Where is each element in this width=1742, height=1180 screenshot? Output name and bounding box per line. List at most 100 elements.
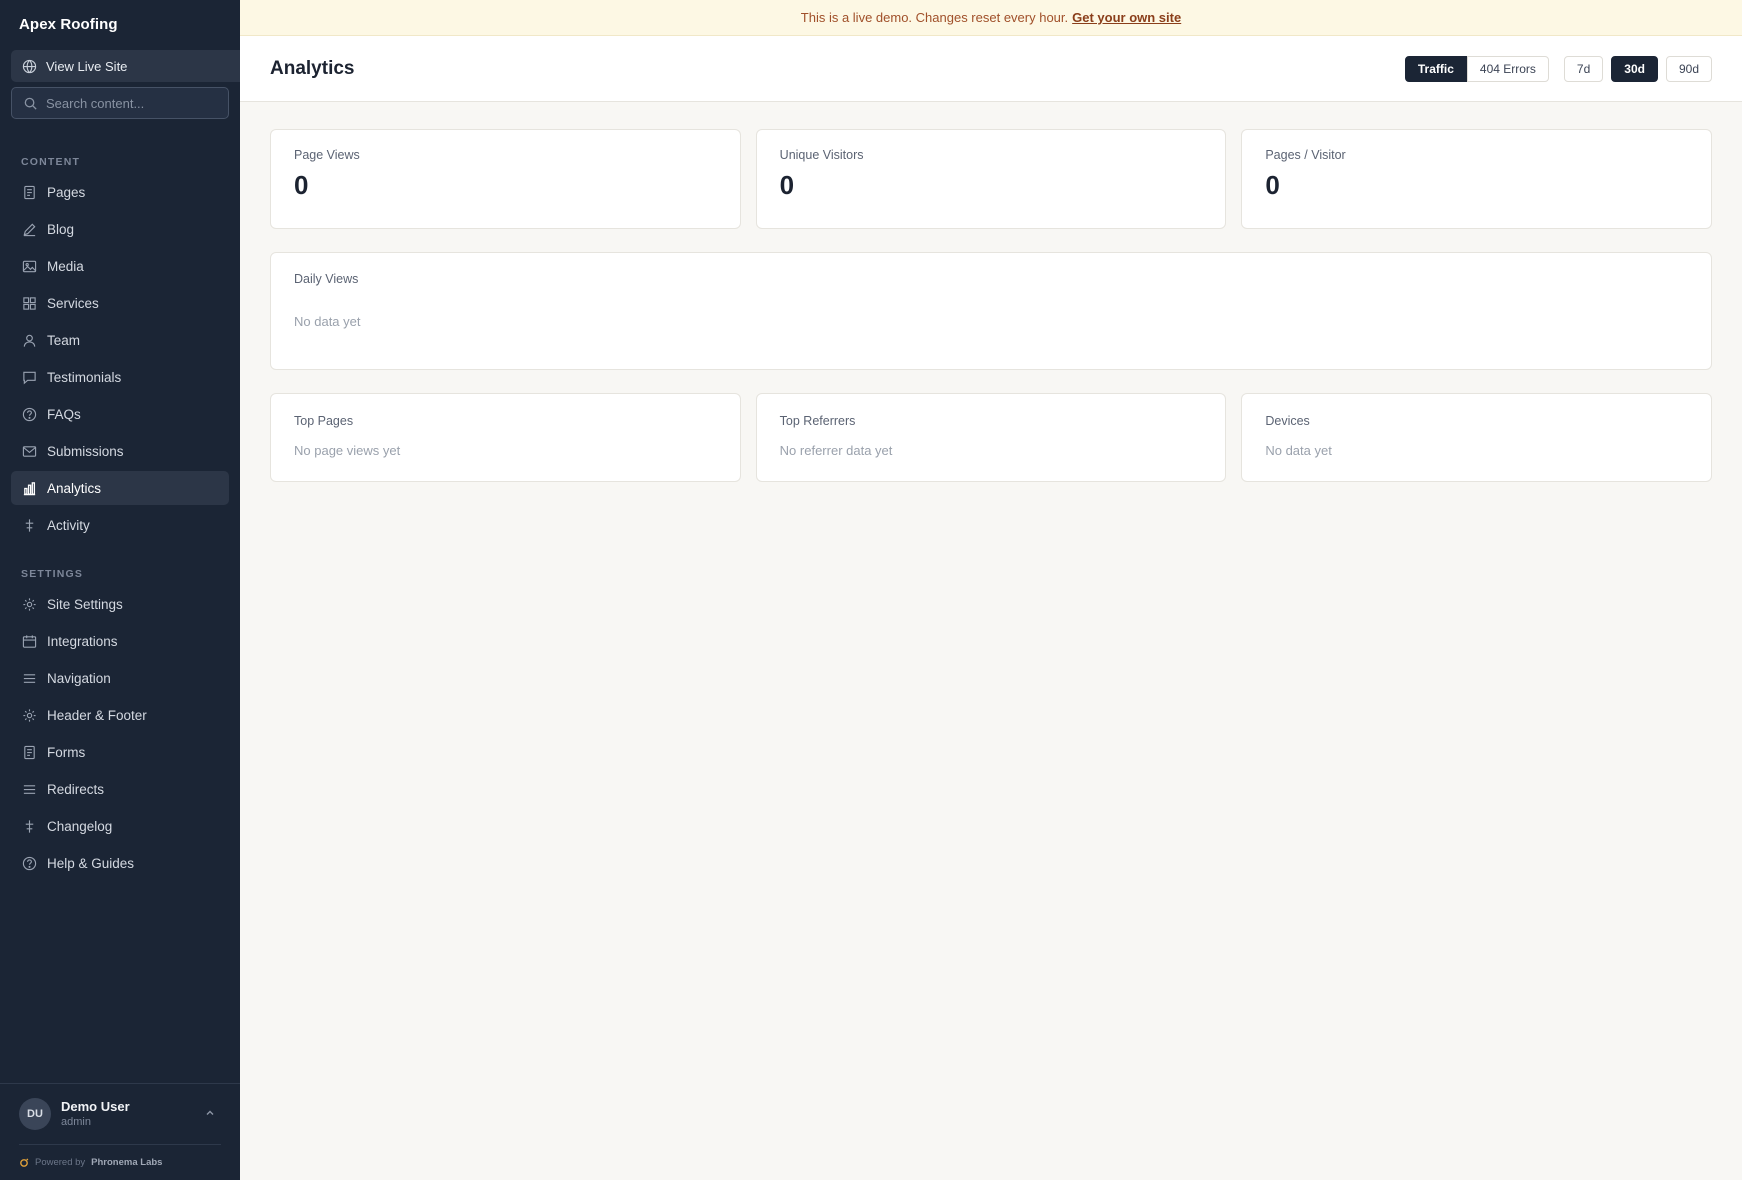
grid-icon xyxy=(21,295,37,311)
sidebar: Apex Roofing View Live Site CONTENT Page… xyxy=(0,0,240,1180)
page-header: Analytics Traffic 404 Errors 7d 30d 90d xyxy=(240,36,1742,102)
settings-nav: Site Settings Integrations Navigation He… xyxy=(0,587,240,883)
gear-icon xyxy=(21,707,37,723)
user-icon xyxy=(21,332,37,348)
sidebar-item-help-guides[interactable]: Help & Guides xyxy=(11,846,229,880)
stat-card-page-views: Page Views 0 xyxy=(270,129,741,229)
sidebar-item-testimonials[interactable]: Testimonials xyxy=(11,360,229,394)
section-label-content: CONTENT xyxy=(21,156,81,168)
panels-row: Top Pages No page views yet Top Referrer… xyxy=(270,393,1713,482)
chat-icon xyxy=(21,369,37,385)
get-own-site-link[interactable]: Get your own site xyxy=(1072,10,1181,25)
sidebar-item-label: Media xyxy=(47,258,84,274)
menu-icon xyxy=(21,781,37,797)
stat-value: 0 xyxy=(294,170,309,200)
help-icon xyxy=(21,855,37,871)
section-label-settings: SETTINGS xyxy=(21,568,84,580)
user-name: Demo User xyxy=(61,1098,130,1114)
sidebar-item-site-settings[interactable]: Site Settings xyxy=(11,587,229,621)
stat-card-pages-per-visitor: Pages / Visitor 0 xyxy=(1241,129,1713,229)
tab-404-errors[interactable]: 404 Errors xyxy=(1466,55,1549,82)
panel-title: Devices xyxy=(1265,414,1310,428)
sidebar-item-label: Blog xyxy=(47,221,75,237)
sidebar-item-services[interactable]: Services xyxy=(11,286,229,320)
sidebar-item-blog[interactable]: Blog xyxy=(11,212,229,246)
view-live-site-button[interactable]: View Live Site xyxy=(11,50,240,82)
sidebar-item-integrations[interactable]: Integrations xyxy=(11,624,229,658)
view-live-site-label: View Live Site xyxy=(46,58,128,74)
powered-by-brand: Phronema Labs xyxy=(91,1157,163,1168)
sidebar-item-label: Header & Footer xyxy=(47,707,147,723)
sidebar-item-header-footer[interactable]: Header & Footer xyxy=(11,698,229,732)
sidebar-item-team[interactable]: Team xyxy=(11,323,229,357)
main-area: This is a live demo. Changes reset every… xyxy=(240,0,1742,1180)
sidebar-item-faqs[interactable]: FAQs xyxy=(11,397,229,431)
sidebar-item-label: Navigation xyxy=(47,670,111,686)
brand-name: Apex Roofing xyxy=(19,16,118,33)
sidebar-item-label: Testimonials xyxy=(47,369,122,385)
page-icon xyxy=(21,184,37,200)
user-menu[interactable]: DU Demo User admin xyxy=(0,1084,240,1144)
sidebar-item-label: Pages xyxy=(47,184,86,200)
panel-empty: No page views yet xyxy=(294,443,401,458)
sidebar-item-label: Forms xyxy=(47,744,86,760)
sidebar-item-label: Site Settings xyxy=(47,596,123,612)
menu-icon xyxy=(21,670,37,686)
stat-value: 0 xyxy=(779,170,795,200)
sidebar-item-label: Services xyxy=(47,295,99,311)
form-icon xyxy=(21,744,37,760)
sidebar-item-navigation[interactable]: Navigation xyxy=(11,661,229,695)
stat-label: Unique Visitors xyxy=(779,148,864,162)
sidebar-item-label: Submissions xyxy=(47,443,124,459)
top-pages-card: Top Pages No page views yet xyxy=(270,393,741,482)
sidebar-item-submissions[interactable]: Submissions xyxy=(11,434,229,468)
sidebar-item-analytics[interactable]: Analytics xyxy=(11,471,229,505)
calendar-icon xyxy=(21,633,37,649)
stat-label: Pages / Visitor xyxy=(1265,148,1346,162)
devices-card: Devices No data yet xyxy=(1241,393,1713,482)
sidebar-item-label: Changelog xyxy=(47,818,113,834)
search-box xyxy=(11,87,229,119)
range-selector: 7d 30d 90d xyxy=(1563,55,1712,82)
activity-icon xyxy=(21,818,37,834)
avatar: DU xyxy=(19,1098,51,1130)
user-panel: DU Demo User admin Powered by Phronema L… xyxy=(0,1083,240,1180)
logo-icon xyxy=(19,1158,29,1168)
analytics-content: Page Views 0 Unique Visitors 0 Pages / V… xyxy=(240,102,1742,482)
sidebar-item-activity[interactable]: Activity xyxy=(11,508,229,542)
stat-label: Page Views xyxy=(294,148,360,162)
page-title: Analytics xyxy=(270,57,355,79)
top-referrers-card: Top Referrers No referrer data yet xyxy=(755,393,1227,482)
gear-icon xyxy=(21,596,37,612)
globe-icon xyxy=(21,58,37,74)
pencil-icon xyxy=(21,221,37,237)
sidebar-item-label: FAQs xyxy=(47,406,81,422)
sidebar-item-redirects[interactable]: Redirects xyxy=(11,772,229,806)
sidebar-item-pages[interactable]: Pages xyxy=(11,175,229,209)
sidebar-item-changelog[interactable]: Changelog xyxy=(11,809,229,843)
panel-empty: No data yet xyxy=(1265,443,1332,458)
range-7d-button[interactable]: 7d xyxy=(1563,55,1604,82)
powered-by-prefix: Powered by xyxy=(35,1157,86,1168)
sidebar-item-forms[interactable]: Forms xyxy=(11,735,229,769)
user-role: admin xyxy=(61,1115,91,1128)
panel-title: Top Pages xyxy=(294,414,354,428)
image-icon xyxy=(21,258,37,274)
chevron-up-icon[interactable] xyxy=(204,1106,216,1124)
sidebar-item-media[interactable]: Media xyxy=(11,249,229,283)
daily-views-title: Daily Views xyxy=(294,272,359,286)
question-icon xyxy=(21,406,37,422)
demo-banner-text: This is a live demo. Changes reset every… xyxy=(800,10,1069,25)
mail-icon xyxy=(21,443,37,459)
sidebar-item-label: Activity xyxy=(47,517,90,533)
daily-views-empty: No data yet xyxy=(294,314,361,329)
range-90d-button[interactable]: 90d xyxy=(1665,55,1712,82)
sidebar-item-label: Help & Guides xyxy=(47,855,135,871)
stats-row: Page Views 0 Unique Visitors 0 Pages / V… xyxy=(270,129,1713,229)
header-controls: Traffic 404 Errors 7d 30d 90d xyxy=(1404,55,1712,82)
tab-traffic[interactable]: Traffic xyxy=(1404,55,1467,82)
range-30d-button[interactable]: 30d xyxy=(1611,55,1658,82)
sidebar-item-label: Team xyxy=(47,332,81,348)
search-input[interactable] xyxy=(46,95,216,111)
sidebar-item-label: Integrations xyxy=(47,633,118,649)
